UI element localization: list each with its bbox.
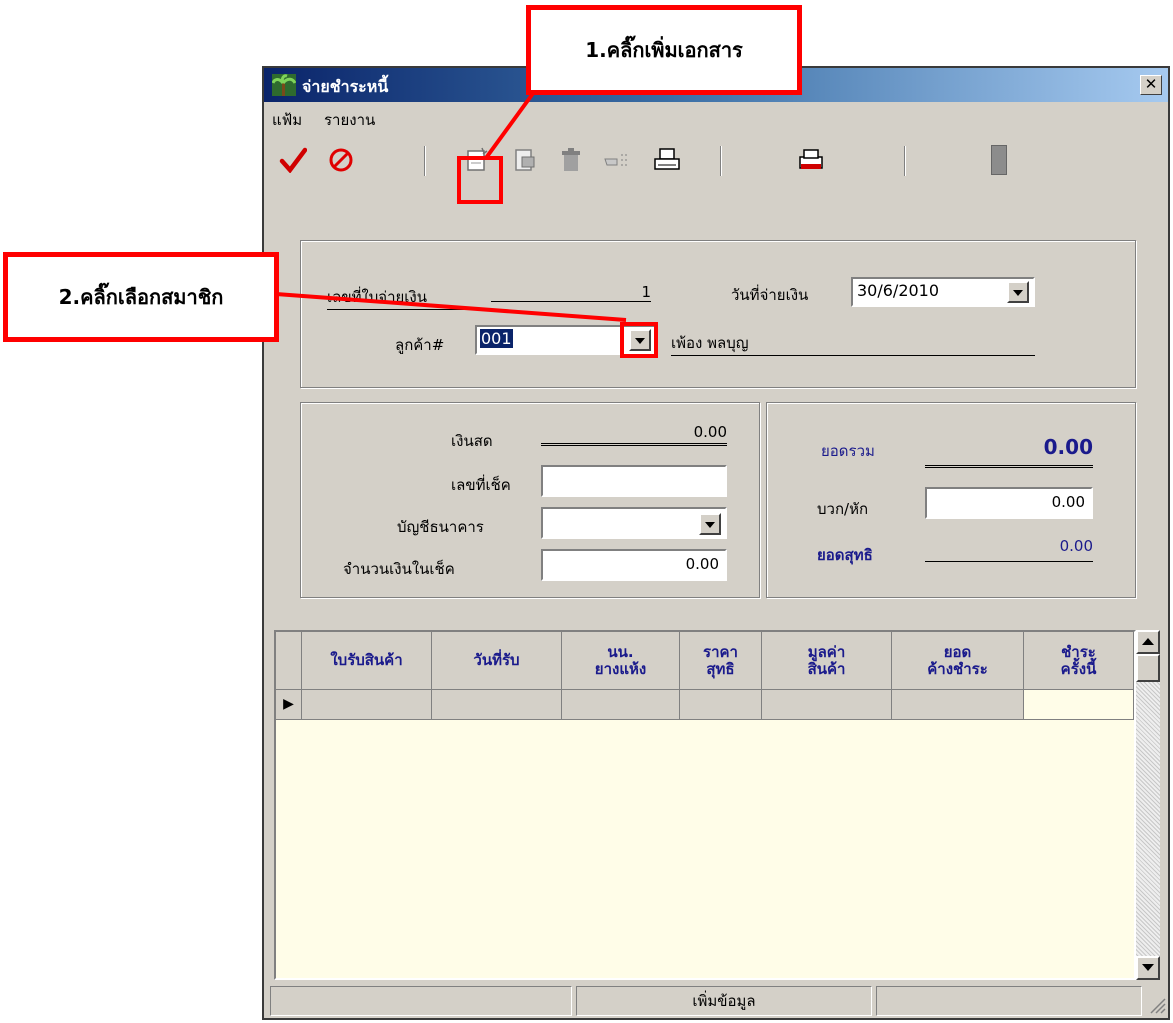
annotation-step1: 1.คลิ๊กเพิ่มเอกสาร (526, 5, 802, 95)
highlight-customer-dropdown (620, 322, 658, 358)
annotation-lines (275, 90, 627, 322)
highlight-add-button (457, 156, 503, 204)
annotation-step2: 2.คลิ๊กเลือกสมาชิก (3, 252, 279, 342)
